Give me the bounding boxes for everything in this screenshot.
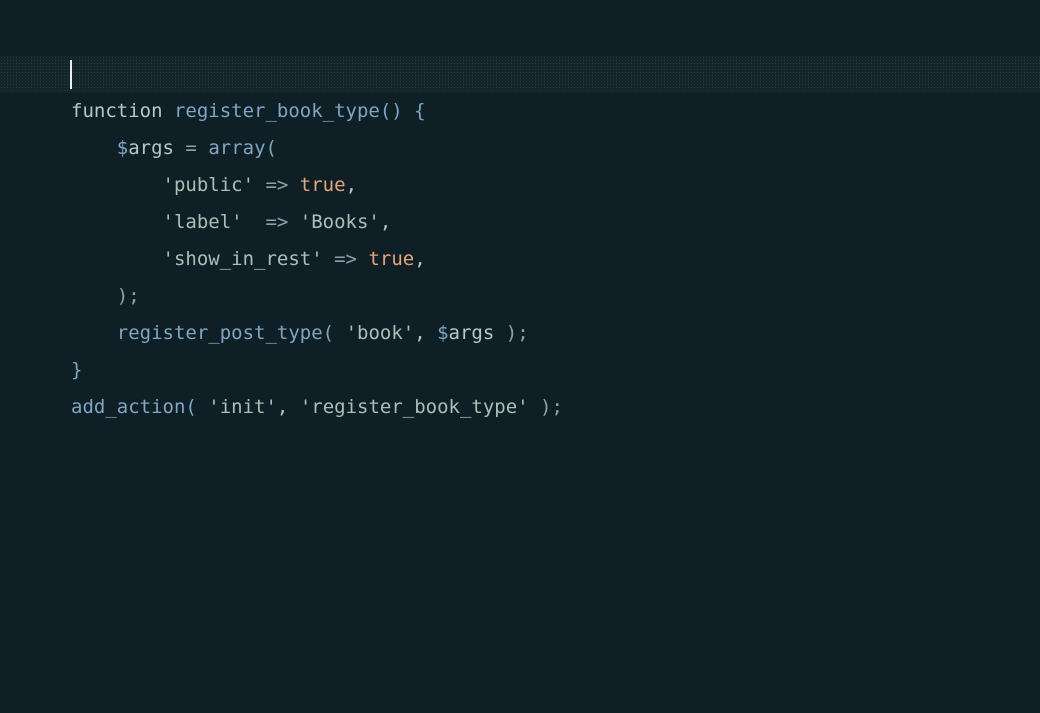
code-token: );: [528, 396, 563, 418]
code-line-1[interactable]: [0, 56, 1040, 93]
code-token: 'show_in_rest': [162, 248, 323, 270]
code-token: add_action: [71, 396, 186, 418]
code-token: ,: [414, 322, 438, 344]
code-token: 'public': [162, 174, 255, 196]
code-token: args: [448, 322, 495, 344]
code-token: register_post_type: [116, 322, 323, 344]
code-line-text: 'show_in_rest' => true,: [71, 241, 426, 278]
code-token: );: [494, 322, 529, 344]
code-token: $: [116, 137, 129, 159]
code-line-text: $args = array(: [71, 130, 277, 167]
code-line-6[interactable]: 'show_in_rest' => true,: [0, 241, 1040, 278]
code-line-8[interactable]: register_post_type( 'book', $args );: [0, 315, 1040, 352]
code-token: args: [128, 137, 174, 159]
code-line-9[interactable]: }: [0, 352, 1040, 389]
code-token: 'book': [345, 322, 415, 344]
code-token: );: [116, 285, 140, 307]
code-line-text: add_action( 'init', 'register_book_type'…: [71, 389, 563, 426]
code-token: ,: [276, 396, 300, 418]
code-line-text: register_post_type( 'book', $args );: [71, 315, 529, 352]
code-token: true: [368, 248, 415, 270]
code-token: array(: [208, 137, 277, 159]
code-line-text: }: [71, 352, 82, 389]
code-token: () {: [379, 100, 426, 122]
code-token: 'register_book_type': [299, 396, 529, 418]
code-token: 'init': [208, 396, 277, 418]
text-cursor: [70, 60, 72, 89]
code-line-text: function register_book_type() {: [71, 93, 426, 130]
code-line-10[interactable]: add_action( 'init', 'register_book_type'…: [0, 389, 1040, 426]
code-token: }: [71, 359, 83, 381]
code-token: ,: [345, 174, 358, 196]
code-token: true: [299, 174, 346, 196]
code-token: register_book_type: [173, 100, 380, 122]
code-token: 'label': [162, 211, 243, 233]
code-line-text: 'public' => true,: [71, 167, 358, 204]
code-token: $: [437, 322, 449, 344]
code-line-7[interactable]: );: [0, 278, 1040, 315]
code-line-2[interactable]: function register_book_type() {: [0, 93, 1040, 130]
code-token: function: [71, 100, 174, 122]
code-token: =>: [322, 248, 369, 270]
code-line-4[interactable]: 'public' => true,: [0, 167, 1040, 204]
code-token: ,: [414, 248, 426, 270]
code-line-text: );: [71, 278, 140, 315]
code-token: =: [173, 137, 209, 159]
code-token: =>: [254, 174, 300, 196]
code-token: ,: [379, 211, 392, 233]
code-token: =>: [242, 211, 300, 233]
code-line-5[interactable]: 'label' => 'Books',: [0, 204, 1040, 241]
code-line-3[interactable]: $args = array(: [0, 130, 1040, 167]
code-editor[interactable]: function register_book_type() { $args = …: [0, 0, 1040, 713]
code-token: (: [322, 322, 346, 344]
code-token: 'Books': [299, 211, 380, 233]
code-token: (: [185, 396, 209, 418]
code-line-text: 'label' => 'Books',: [71, 204, 392, 241]
